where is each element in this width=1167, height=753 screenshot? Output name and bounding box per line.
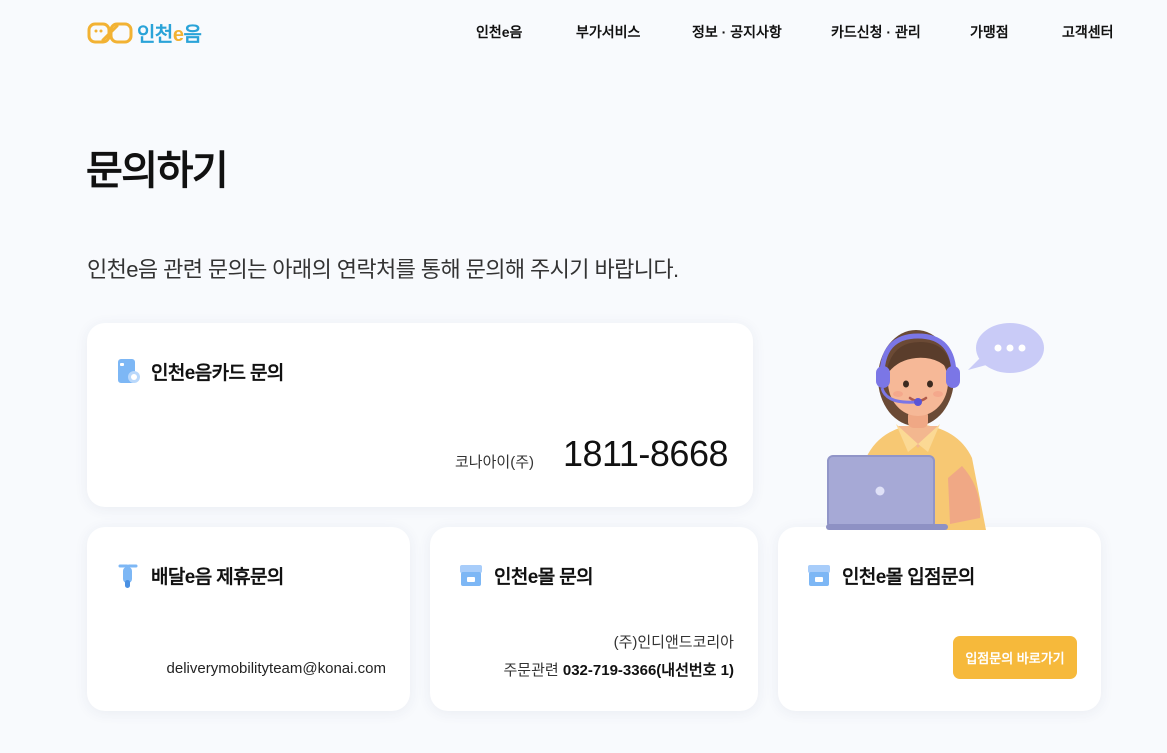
card-header: 인천e몰 입점문의 — [806, 561, 975, 589]
card-incheon-mall-entry: 인천e몰 입점문의 입점문의 바로가기 — [778, 527, 1101, 711]
card-incheon-mall-inquiry: 인천e몰 문의 (주)인디앤드코리아 주문관련 032-719-3366(내선번… — [430, 527, 758, 711]
nav-item-merchants[interactable]: 가맹점 — [970, 22, 1009, 42]
card-header: 인천e몰 문의 — [458, 561, 594, 589]
company-name: (주)인디앤드코리아 — [613, 634, 734, 651]
email-link[interactable]: deliverymobilityteam@konai.com — [167, 660, 386, 677]
shop-icon — [808, 565, 830, 586]
card-title: 배달e음 제휴문의 — [151, 566, 284, 588]
order-contact: 주문관련 032-719-3366(내선번호 1) — [504, 659, 735, 680]
card-title: 인천e몰 문의 — [494, 566, 594, 588]
card-icon — [118, 359, 140, 383]
card-header: 인천e음카드 문의 — [115, 357, 284, 385]
card-title: 인천e몰 입점문의 — [842, 566, 975, 588]
card-incheon-eum-inquiry: 인천e음카드 문의 코나아이(주) 1811-8668 — [87, 323, 753, 507]
nav-item-incheon-eum[interactable]: 인천e음 — [476, 22, 522, 42]
nav-item-customer-center[interactable]: 고객센터 — [1062, 22, 1114, 42]
main-nav: 인천e음 부가서비스 정보 · 공지사항 카드신청 · 관리 가맹점 고객센터 — [0, 22, 1167, 42]
nav-item-extra-services[interactable]: 부가서비스 — [576, 22, 640, 42]
header: 인천e음 인천e음 부가서비스 정보 · 공지사항 카드신청 · 관리 가맹점 … — [0, 0, 1167, 64]
card-delivery-partnership: 배달e음 제휴문의 deliverymobilityteam@konai.com — [87, 527, 410, 711]
scooter-icon — [118, 564, 138, 588]
nav-item-info-notice[interactable]: 정보 · 공지사항 — [692, 22, 782, 42]
intro-text: 인천e음 관련 문의는 아래의 연락처를 통해 문의해 주시기 바랍니다. — [87, 257, 679, 282]
nav-item-card-apply[interactable]: 카드신청 · 관리 — [831, 22, 921, 42]
entry-inquiry-button[interactable]: 입점문의 바로가기 — [953, 636, 1077, 679]
card-title: 인천e음카드 문의 — [151, 362, 284, 384]
company-name: 코나아이(주) — [455, 454, 534, 471]
page-title: 문의하기 — [86, 149, 229, 193]
order-label: 주문관련 — [503, 662, 559, 679]
phone-number[interactable]: 1811-8668 — [563, 433, 729, 475]
shop-icon — [460, 565, 482, 586]
order-phone[interactable]: 032-719-3366(내선번호 1) — [563, 662, 734, 679]
card-header: 배달e음 제휴문의 — [115, 561, 284, 589]
customer-support-agent-illustration — [826, 323, 1044, 530]
